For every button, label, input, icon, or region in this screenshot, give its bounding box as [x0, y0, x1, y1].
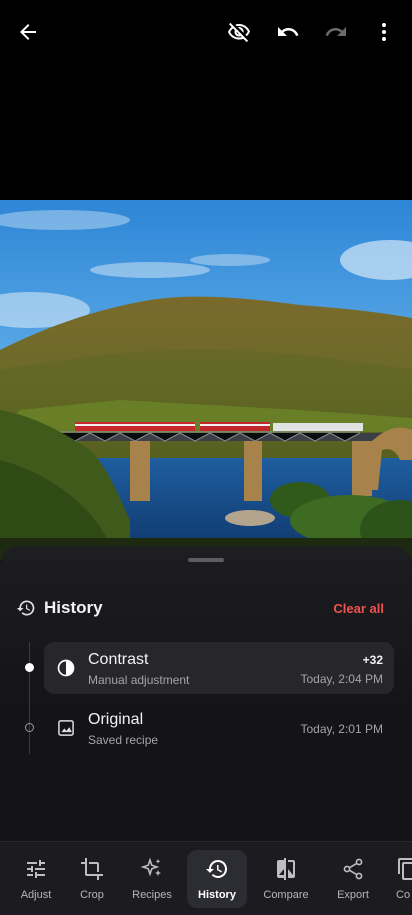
- more-options-button[interactable]: [364, 12, 404, 52]
- clear-all-button[interactable]: Clear all: [333, 601, 384, 616]
- sheet-drag-handle[interactable]: [188, 558, 224, 562]
- nav-label: Crop: [80, 889, 104, 901]
- photo-preview[interactable]: [0, 200, 412, 560]
- undo-icon: [278, 27, 299, 36]
- nav-crop[interactable]: Crop: [62, 850, 122, 908]
- nav-label: Export: [337, 889, 369, 901]
- timeline-line: [29, 642, 30, 754]
- image-icon: [58, 720, 74, 736]
- sparkle-icon: [140, 857, 161, 877]
- history-item-contrast[interactable]: Contrast Manual adjustment +32 Today, 2:…: [44, 642, 394, 694]
- history-item-value: +32: [362, 653, 383, 667]
- redo-icon: [325, 27, 346, 36]
- history-item-time: Today, 2:01 PM: [300, 722, 384, 736]
- nav-history[interactable]: History: [187, 850, 247, 908]
- nav-recipes[interactable]: Recipes: [122, 850, 182, 908]
- crop-icon: [81, 858, 103, 880]
- more-vert-icon: [382, 23, 386, 41]
- history-item-subtitle: Saved recipe: [88, 733, 159, 747]
- history-icon: [206, 859, 228, 878]
- history-item-original[interactable]: Original Saved recipe Today, 2:01 PM: [44, 702, 394, 754]
- compare-icon: [277, 858, 295, 880]
- timeline-dot-active: [25, 663, 34, 672]
- history-item-subtitle: Manual adjustment: [88, 673, 190, 687]
- undo-button[interactable]: [268, 12, 308, 52]
- history-item-time: Today, 2:04 PM: [300, 672, 384, 686]
- history-icon: [16, 600, 35, 616]
- top-app-bar: [0, 0, 412, 64]
- redo-button[interactable]: [316, 12, 356, 52]
- back-button[interactable]: [8, 12, 48, 52]
- visibility-off-icon: [228, 22, 250, 43]
- history-sheet: History Clear all Contrast Manual adjust…: [0, 546, 412, 841]
- contrast-icon: [57, 659, 75, 677]
- copy-icon: [398, 858, 412, 880]
- bottom-toolbar: Adjust Crop Recipes History Compare Expo…: [0, 841, 412, 915]
- timeline-dot: [25, 723, 34, 732]
- history-item-name: Original: [88, 711, 144, 728]
- history-header: History Clear all: [16, 596, 384, 620]
- nav-label: Recipes: [132, 889, 172, 901]
- history-title: History: [44, 598, 103, 617]
- nav-label: Co: [396, 889, 411, 901]
- nav-label: Compare: [263, 889, 309, 901]
- nav-label: Adjust: [20, 889, 52, 901]
- nav-export[interactable]: Export: [323, 850, 383, 908]
- hide-edits-button[interactable]: [219, 12, 259, 52]
- nav-copy[interactable]: Co: [382, 850, 412, 908]
- tune-icon: [27, 860, 45, 878]
- share-icon: [343, 858, 363, 880]
- nav-adjust[interactable]: Adjust: [6, 850, 66, 908]
- nav-compare[interactable]: Compare: [256, 850, 316, 908]
- history-item-name: Contrast: [88, 651, 149, 668]
- arrow-back-icon: [20, 24, 36, 40]
- nav-label: History: [198, 889, 236, 901]
- landscape-photo: [0, 200, 412, 560]
